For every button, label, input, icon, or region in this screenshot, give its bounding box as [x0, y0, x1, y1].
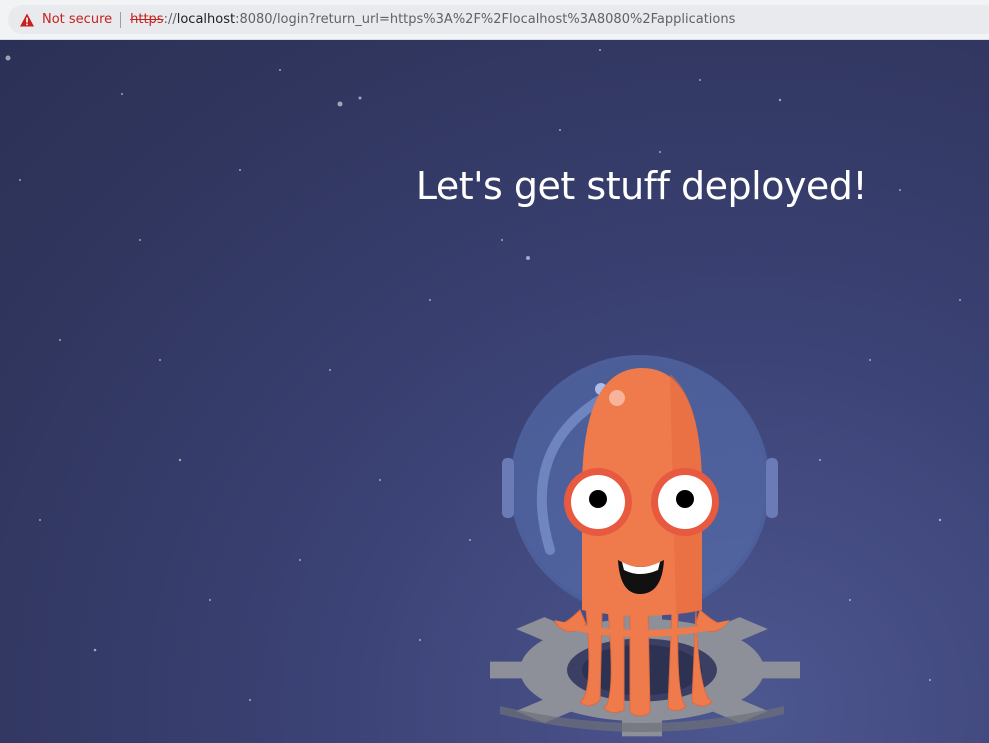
omnibox-divider — [120, 11, 122, 28]
url-host: localhost — [176, 12, 236, 27]
url-separator: :// — [163, 12, 177, 27]
url-path: :8080/login?return_url=https%3A%2F%2Floc… — [235, 12, 736, 27]
omnibox[interactable]: Not secure https://localhost:8080/login?… — [8, 5, 989, 34]
login-page-background: Let's get stuff deployed! — [0, 40, 989, 743]
argo-octopus-mascot — [490, 355, 800, 737]
url-scheme: https — [130, 12, 164, 27]
browser-address-bar: Not secure https://localhost:8080/login?… — [0, 0, 989, 40]
page-headline: Let's get stuff deployed! — [415, 164, 868, 208]
url-text[interactable]: https://localhost:8080/login?return_url=… — [130, 12, 735, 27]
not-secure-label[interactable]: Not secure — [42, 12, 112, 27]
warning-triangle-icon[interactable] — [19, 12, 35, 28]
